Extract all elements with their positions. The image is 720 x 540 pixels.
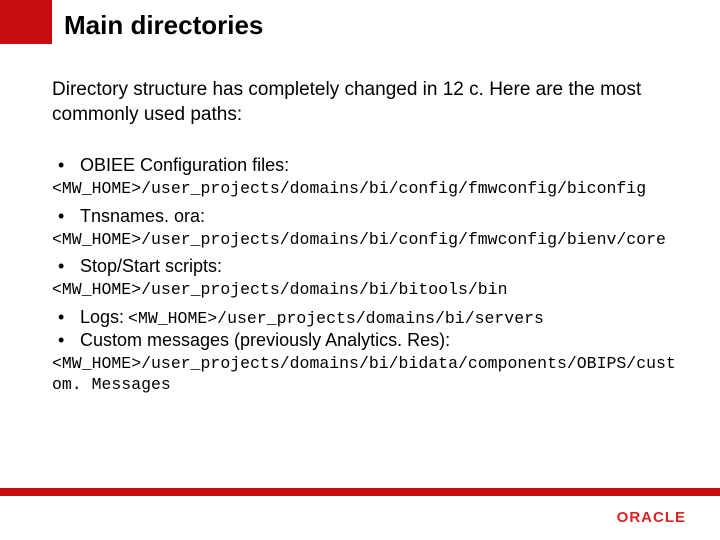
intro-text: Directory structure has completely chang… <box>52 78 680 127</box>
bullet-row: • Tnsnames. ora: <box>52 206 680 227</box>
bullet-icon: • <box>52 330 80 351</box>
slide-title: Main directories <box>64 10 263 41</box>
bullet-list: • OBIEE Configuration files: <MW_HOME>/u… <box>52 155 680 395</box>
slide: Main directories Directory structure has… <box>0 0 720 540</box>
bullet-label: Stop/Start scripts: <box>80 256 222 277</box>
path-text: <MW_HOME>/user_projects/domains/bi/confi… <box>52 178 680 199</box>
slide-body: Directory structure has completely chang… <box>52 78 680 402</box>
bullet-label: Logs: <box>80 307 124 328</box>
bullet-row: • Custom messages (previously Analytics.… <box>52 330 680 351</box>
list-item: • OBIEE Configuration files: <MW_HOME>/u… <box>52 155 680 199</box>
path-text: <MW_HOME>/user_projects/domains/bi/confi… <box>52 229 680 250</box>
path-text: <MW_HOME>/user_projects/domains/bi/bitoo… <box>52 279 680 300</box>
bullet-label: Tnsnames. ora: <box>80 206 205 227</box>
bullet-icon: • <box>52 206 80 227</box>
bullet-icon: • <box>52 256 80 277</box>
oracle-logo: ORACLE <box>617 509 686 526</box>
bullet-row: • Logs: <MW_HOME>/user_projects/domains/… <box>52 307 680 328</box>
bullet-label: OBIEE Configuration files: <box>80 155 289 176</box>
bullet-row: • OBIEE Configuration files: <box>52 155 680 176</box>
list-item: • Custom messages (previously Analytics.… <box>52 330 680 396</box>
path-text: <MW_HOME>/user_projects/domains/bi/serve… <box>128 309 544 328</box>
footer-red-bar <box>0 488 720 496</box>
path-text: <MW_HOME>/user_projects/domains/bi/bidat… <box>52 353 680 396</box>
list-item: • Tnsnames. ora: <MW_HOME>/user_projects… <box>52 206 680 250</box>
logo-text: ORACLE <box>617 509 686 526</box>
list-item: • Stop/Start scripts: <MW_HOME>/user_pro… <box>52 256 680 300</box>
list-item: • Logs: <MW_HOME>/user_projects/domains/… <box>52 307 680 328</box>
bullet-icon: • <box>52 155 80 176</box>
bullet-row: • Stop/Start scripts: <box>52 256 680 277</box>
bullet-icon: • <box>52 307 80 328</box>
header-red-block <box>0 0 52 44</box>
bullet-label: Custom messages (previously Analytics. R… <box>80 330 450 351</box>
